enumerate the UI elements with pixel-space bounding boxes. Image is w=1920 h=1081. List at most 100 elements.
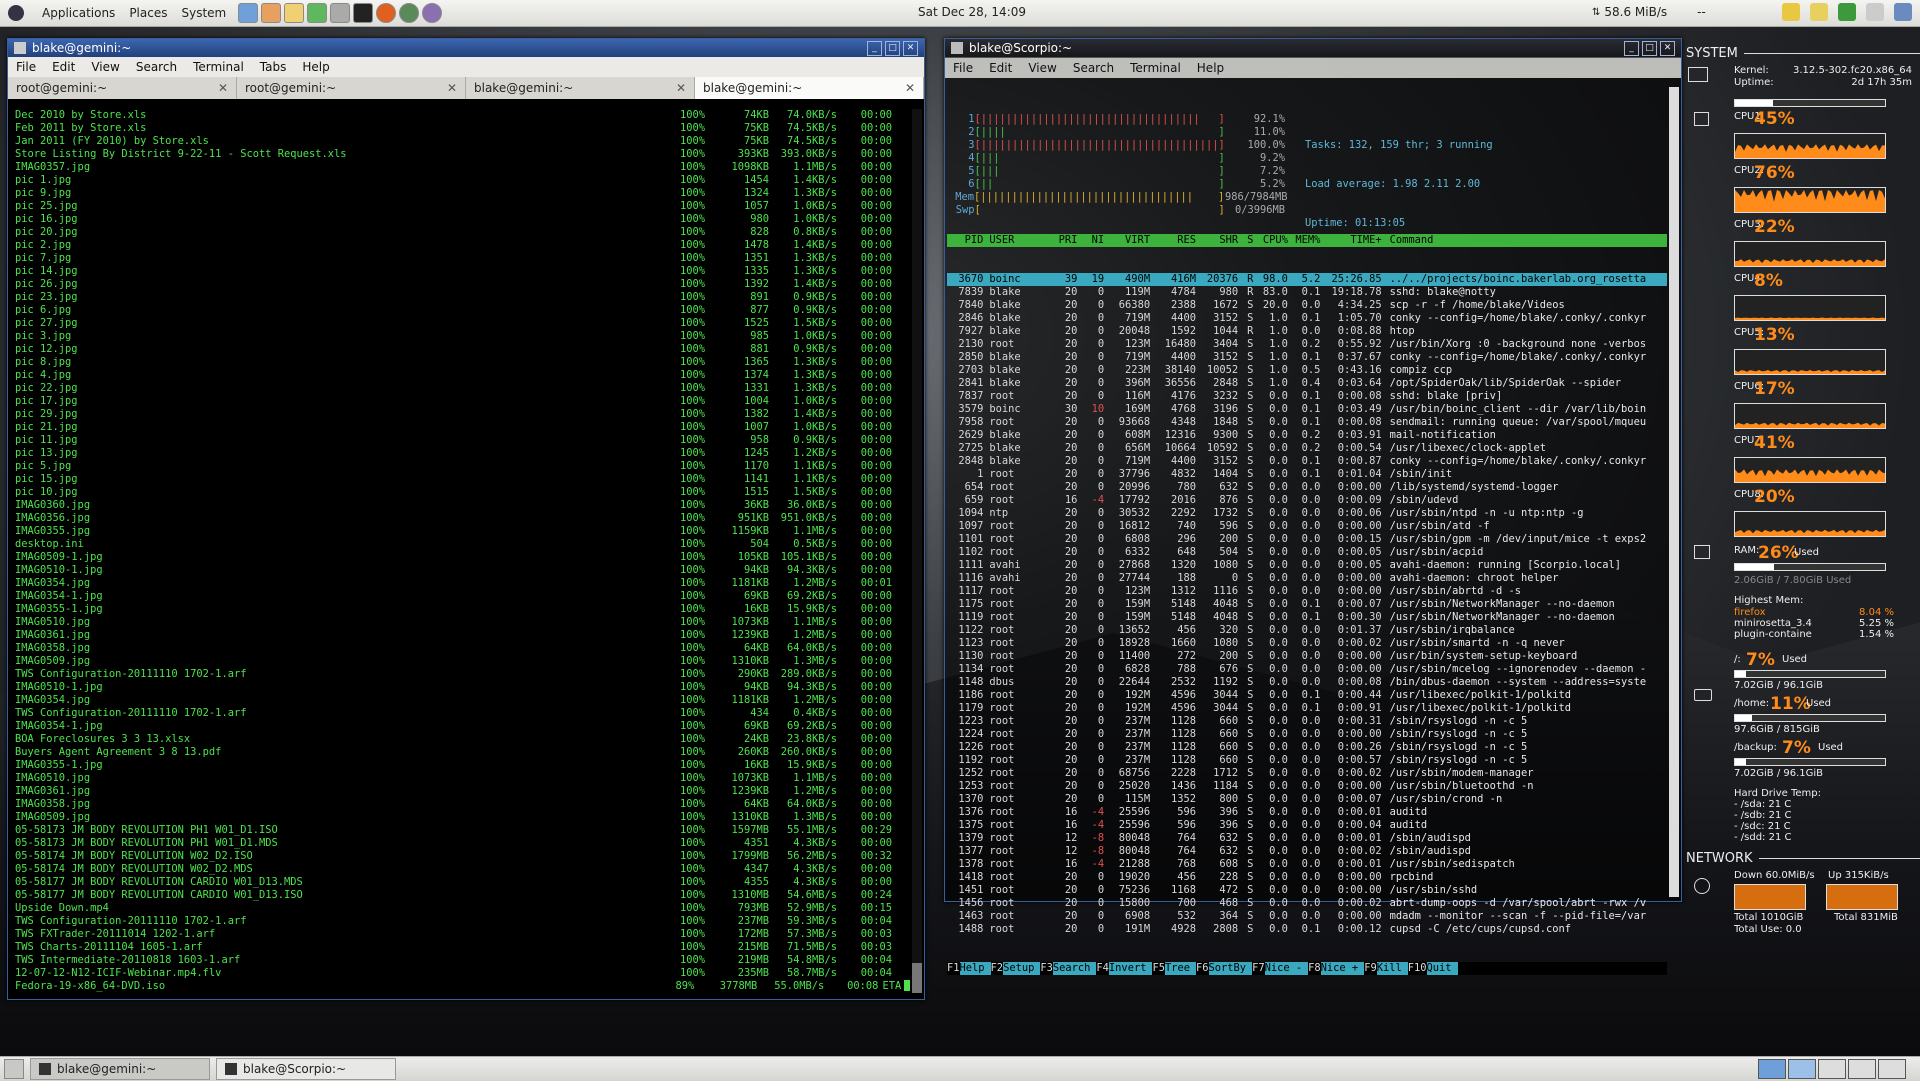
process-row[interactable]: 1179 root 20 0 192M 4596 3044 S 0.0 0.1 0:00.91/us… — [947, 702, 1667, 715]
process-row[interactable]: 1134 root 20 0 6828 788 676 S 0.0 0.0 0:00.00/usr/… — [947, 663, 1667, 676]
tab-root-gemini-1[interactable]: root@gemini:~ ✕ — [8, 77, 237, 99]
process-row[interactable]: 1097 root 20 0 16812 740 596 S 0.0 0.0 0:00.00/usr… — [947, 520, 1667, 533]
process-row[interactable]: 2850 blake 20 0 719M 4400 3152 S 1.0 0.1 0:37.67 co… — [947, 351, 1667, 364]
menu-search[interactable]: Search — [136, 60, 177, 74]
process-row[interactable]: 1101 root 20 0 6808 296 200 S 0.0 0.0 0:00.15/usr/… — [947, 533, 1667, 546]
minimize-button[interactable]: _ — [867, 40, 882, 56]
process-row[interactable]: 1488 root 20 0 191M 4928 2808 S 0.0 0.1 0:00.12 cup… — [947, 923, 1667, 936]
process-row[interactable]: 1252 root 20 0 68756 2228 1712 S 0.0 0.0 0:00.02/u… — [947, 767, 1667, 780]
workspace-5[interactable] — [1878, 1059, 1906, 1079]
minimize-button[interactable]: _ — [1624, 40, 1639, 56]
process-row[interactable]: 1148 dbus 20 0 22644 2532 1192 S 0.0 0.0 0:00.08/b… — [947, 676, 1667, 689]
column-header-pid[interactable]: PID — [947, 234, 984, 247]
column-header-virt[interactable]: VIRT — [1104, 234, 1150, 247]
process-list[interactable]: 3670 boinc 39 19 490M 416M 20376 R 98.0 5.2 25:26.… — [947, 273, 1667, 936]
system-menu[interactable]: System — [181, 6, 226, 20]
column-header-shr[interactable]: SHR — [1196, 234, 1238, 247]
process-row[interactable]: 1117 root 20 0 123M 1312 1116 S 0.0 0.0 0:00.00/us… — [947, 585, 1667, 598]
workspace-3[interactable] — [1818, 1059, 1846, 1079]
taskbar-item-gemini[interactable]: blake@gemini:~ — [30, 1058, 210, 1080]
fkey-action-setup[interactable]: Setup — [1003, 962, 1041, 975]
process-row[interactable]: 1375 root 16 -4 25596 596 396 S 0.0 0.0 0:00.04 aud… — [947, 819, 1667, 832]
menu-edit[interactable]: Edit — [989, 61, 1012, 75]
process-row[interactable]: 7927 blake 20 0 20048 1592 1044 R 1.0 0.0 0:08.88 h… — [947, 325, 1667, 338]
distro-logo-icon[interactable] — [8, 5, 24, 21]
menu-search[interactable]: Search — [1073, 61, 1114, 75]
close-button[interactable]: ✕ — [903, 40, 918, 56]
process-row[interactable]: 7837 root 20 0 116M 4176 3232 S 0.0 0.1 0:00.08 ssh… — [947, 390, 1667, 403]
process-row[interactable]: 1418 root 20 0 19020 456 228 S 0.0 0.0 0:00.00 rpcb… — [947, 871, 1667, 884]
column-header-ni[interactable]: NI — [1077, 234, 1105, 247]
column-header-cpu[interactable]: CPU% — [1253, 234, 1288, 247]
fkey-action-quit[interactable]: Quit — [1426, 962, 1458, 975]
column-header-res[interactable]: RES — [1150, 234, 1196, 247]
workspace-2[interactable] — [1788, 1059, 1816, 1079]
menu-view[interactable]: View — [1028, 61, 1056, 75]
process-row[interactable]: 1111 avahi 20 0 27868 1320 1080 S 0.0 0.0 0:00.05 a… — [947, 559, 1667, 572]
terminal-launcher-icon[interactable] — [353, 3, 374, 23]
menu-tabs[interactable]: Tabs — [260, 60, 287, 74]
process-row[interactable]: 1224 root 20 0 237M 1128 660 S 0.0 0.0 0:00.00/sbi… — [947, 728, 1667, 741]
maximize-button[interactable]: □ — [885, 40, 900, 56]
editor-launcher-icon[interactable] — [261, 3, 282, 23]
tab-blake-gemini-2[interactable]: blake@gemini:~ ✕ — [695, 77, 924, 99]
process-row[interactable]: 2848 blake 20 0 719M 4400 3152 S 0.0 0.1 0:00.87 co… — [947, 455, 1667, 468]
fkey-action-kill[interactable]: Kill — [1376, 962, 1408, 975]
close-tab-icon[interactable]: ✕ — [676, 81, 686, 95]
process-row[interactable]: 2130 root 20 0 123M 16480 3404 S 1.0 0.2 0:55.92/u… — [947, 338, 1667, 351]
htop-scrollbar[interactable] — [1669, 87, 1679, 897]
menu-help[interactable]: Help — [302, 60, 329, 74]
window-titlebar[interactable]: blake@Scorpio:~ _ □ ✕ — [945, 39, 1681, 58]
pidgin-launcher-icon[interactable] — [422, 3, 443, 23]
fkey-action-nice[interactable]: Nice - — [1264, 962, 1309, 975]
net-rate-applet[interactable]: ⇅ 58.6 MiB/s -- — [1592, 5, 1706, 19]
fkey-action-search[interactable]: Search — [1052, 962, 1097, 975]
close-button[interactable]: ✕ — [1660, 40, 1675, 56]
menu-terminal[interactable]: Terminal — [1130, 61, 1181, 75]
spideroak-icon[interactable] — [1838, 3, 1856, 21]
column-header-time[interactable]: TIME+ — [1320, 234, 1381, 247]
process-row[interactable]: 659 root 16 -4 17792 2016 876 S 0.0 0.0 0:00.09/sb… — [947, 494, 1667, 507]
column-header-pri[interactable]: PRI — [1049, 234, 1078, 247]
clock[interactable]: Sat Dec 28, 14:09 — [918, 5, 1026, 19]
menu-file[interactable]: File — [953, 61, 973, 75]
column-header-user[interactable]: USER — [983, 234, 1048, 247]
window-titlebar[interactable]: blake@gemini:~ _ □ ✕ — [8, 39, 924, 57]
process-row[interactable]: 1130 root 20 0 11400 272 200 S 0.0 0.0 0:00.00/usr… — [947, 650, 1667, 663]
spreadsheet-launcher-icon[interactable] — [307, 3, 328, 23]
network-manager-icon[interactable] — [1894, 3, 1912, 21]
process-table-header[interactable]: PID USER PRI NI VIRT RES SHR S CPU% MEM% TIME+ Comm… — [947, 234, 1667, 247]
process-row[interactable]: 7958 root 20 0 93668 4348 1848 S 0.0 0.1 0:00.08 se… — [947, 416, 1667, 429]
chrome-launcher-icon[interactable] — [399, 3, 420, 23]
process-row[interactable]: 1175 root 20 0 159M 5148 4048 S 0.0 0.1 0:00.07/us… — [947, 598, 1667, 611]
process-row[interactable]: 1378 root 16 -4 21288 768 608 S 0.0 0.0 0:00.01/us… — [947, 858, 1667, 871]
tab-root-gemini-2[interactable]: root@gemini:~ ✕ — [237, 77, 466, 99]
maximize-button[interactable]: □ — [1642, 40, 1657, 56]
process-row[interactable]: 1379 root 12 -8 80048 764 632 S 0.0 0.0 0:00.01/sb… — [947, 832, 1667, 845]
workspace-4[interactable] — [1848, 1059, 1876, 1079]
process-row[interactable]: 3670 boinc 39 19 490M 416M 20376 R 98.0 5.2 25:26.… — [947, 273, 1667, 286]
menu-terminal[interactable]: Terminal — [193, 60, 244, 74]
workspace-1[interactable] — [1758, 1059, 1786, 1079]
close-tab-icon[interactable]: ✕ — [218, 81, 228, 95]
firefox-launcher-icon[interactable] — [376, 3, 397, 23]
update-icon[interactable] — [1810, 3, 1828, 21]
process-row[interactable]: 1119 root 20 0 159M 5148 4048 S 0.0 0.1 0:00.30/us… — [947, 611, 1667, 624]
process-row[interactable]: 1 root 20 0 37796 4832 1404 S 0.0 0.1 0:01.04/sbin… — [947, 468, 1667, 481]
process-row[interactable]: 1116 avahi 20 0 27744 188 0 S 0.0 0.0 0:00.00 avahi… — [947, 572, 1667, 585]
scp-transfer-output[interactable]: Dec 2010 by Store.xls 100% 74KB 74.0KB/s 00:… — [15, 109, 910, 993]
process-row[interactable]: 3579 boinc 30 10 169M 4768 3196 S 0.0 0.1 0:03.49 /… — [947, 403, 1667, 416]
menu-edit[interactable]: Edit — [52, 60, 75, 74]
calculator-launcher-icon[interactable] — [330, 3, 351, 23]
process-row[interactable]: 7840 blake 20 0 66380 2388 1672 S 20.0 0.0 4:34.25… — [947, 299, 1667, 312]
process-row[interactable]: 1186 root 20 0 192M 4596 3044 S 0.0 0.1 0:00.44/us… — [947, 689, 1667, 702]
fkey-action-tree[interactable]: Tree — [1164, 962, 1197, 975]
process-row[interactable]: 2841 blake 20 0 396M 36556 2848 S 1.0 0.4 0:03.64 /… — [947, 377, 1667, 390]
process-row[interactable]: 1376 root 16 -4 25596 596 396 S 0.0 0.0 0:00.01 aud… — [947, 806, 1667, 819]
process-row[interactable]: 1102 root 20 0 6332 648 504 S 0.0 0.0 0:00.05/usr/… — [947, 546, 1667, 559]
menu-file[interactable]: File — [16, 60, 36, 74]
process-row[interactable]: 2725 blake 20 0 656M 10664 10592 S 0.0 0.2 0:00.54… — [947, 442, 1667, 455]
menu-help[interactable]: Help — [1197, 61, 1224, 75]
file-manager-launcher-icon[interactable] — [238, 3, 259, 23]
process-row[interactable]: 1122 root 20 0 13652 456 320 S 0.0 0.0 0:01.37/usr… — [947, 624, 1667, 637]
